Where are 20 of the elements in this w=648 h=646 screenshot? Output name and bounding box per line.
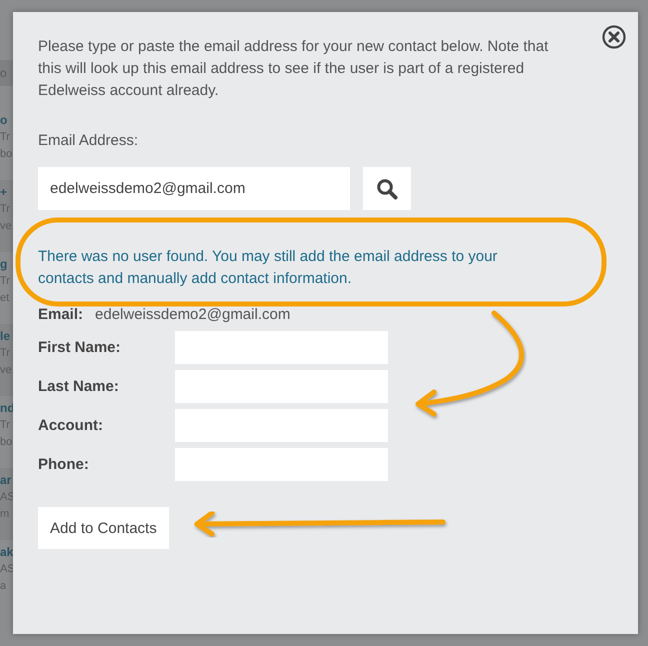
field-label: Phone: [38,456,90,473]
field-label: Account: [38,417,104,434]
close-icon[interactable] [602,25,626,49]
email-value: edelweissdemo2@gmail.com [95,305,290,325]
no-user-message: There was no user found. You may still add the email address to your contacts and manually add contact information. [38,247,498,289]
field-label: First Name: [38,339,122,356]
add-to-contacts-button[interactable]: Add to Contacts [38,507,169,549]
list-item-title: ak [0,544,13,561]
field-label: Last Name: [38,378,120,395]
list-item-title: ar [0,472,12,489]
search-icon [376,178,398,200]
list-item-title: g [0,256,8,273]
intro-text: Please type or paste the email address for your new contact below. Note that this will look up this email address to see if the user is part of a registered Edelweiss account already. [38,37,550,101]
list-item-title: o [0,112,8,129]
search-button[interactable] [363,167,411,210]
list-item-title: + [0,184,8,201]
email-input-field[interactable]: edelweissdemo2@gmail.com [38,167,350,210]
email-label: Email: [38,305,84,325]
email-address-label: Email Address: [38,131,140,151]
list-item-title: le [0,328,12,345]
